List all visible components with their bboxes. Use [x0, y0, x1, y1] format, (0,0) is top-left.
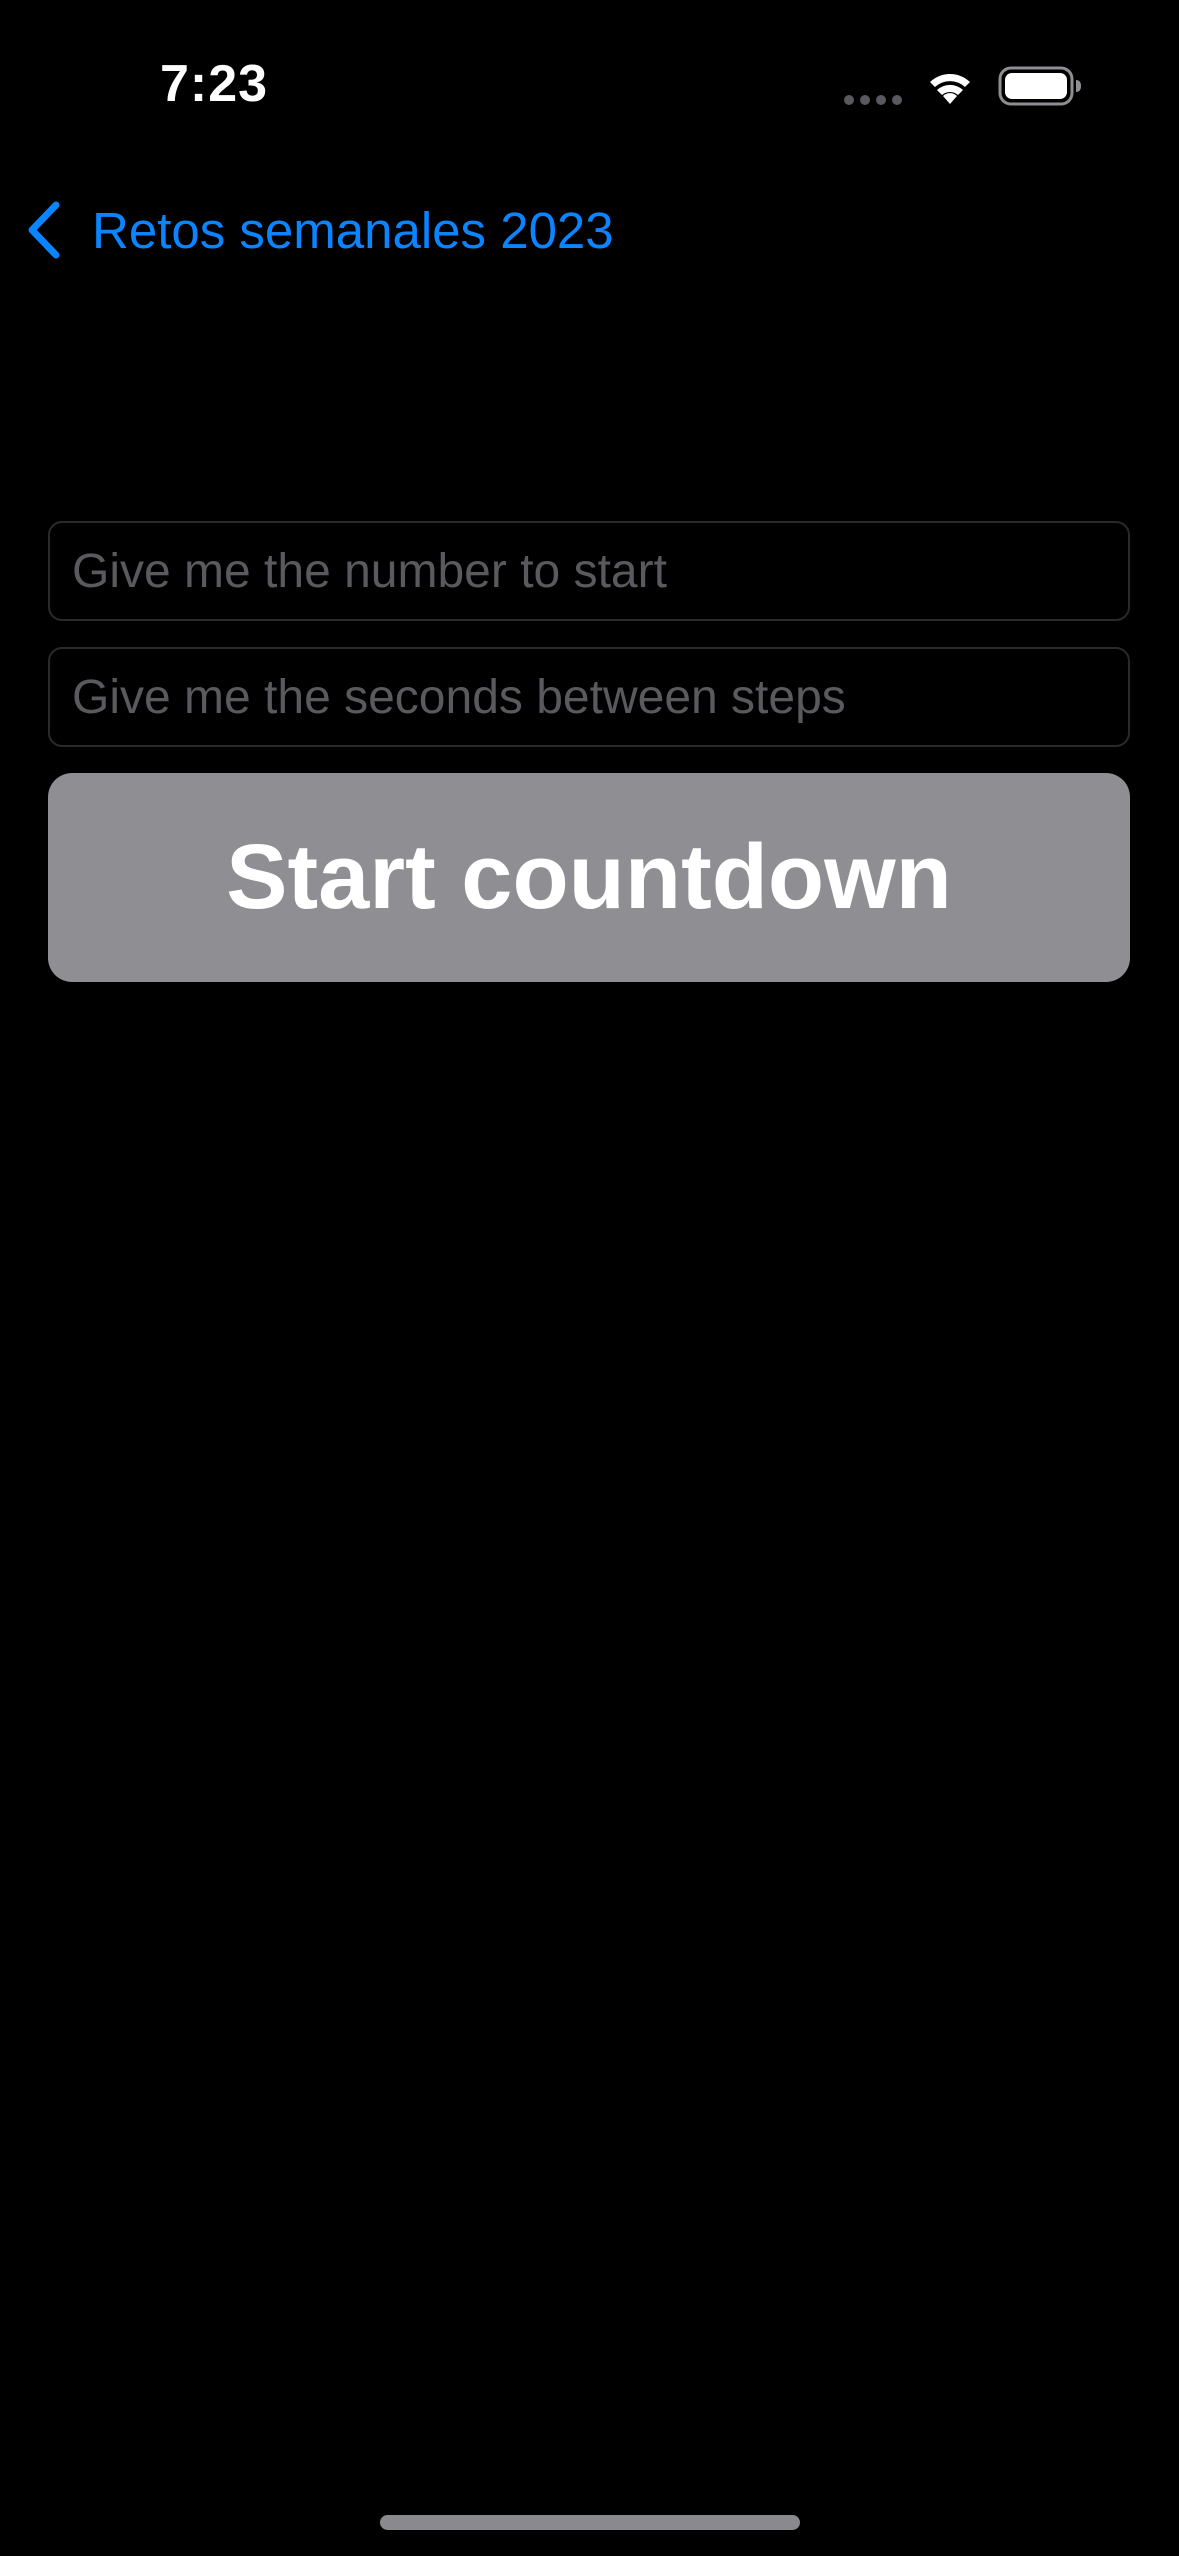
cellular-signal-icon [844, 95, 902, 105]
chevron-left-icon [28, 201, 60, 259]
back-button[interactable]: Retos semanales 2023 [22, 190, 614, 270]
status-time: 7:23 [160, 55, 269, 113]
wifi-icon [930, 74, 970, 104]
battery-icon [998, 66, 1081, 106]
step-seconds-input[interactable] [48, 647, 1130, 747]
home-indicator[interactable] [380, 2515, 800, 2530]
start-countdown-button[interactable]: Start countdown [48, 773, 1130, 982]
back-button-label: Retos semanales 2023 [92, 201, 614, 259]
start-number-input[interactable] [48, 521, 1130, 621]
status-bar: 7:23 [0, 0, 1179, 170]
